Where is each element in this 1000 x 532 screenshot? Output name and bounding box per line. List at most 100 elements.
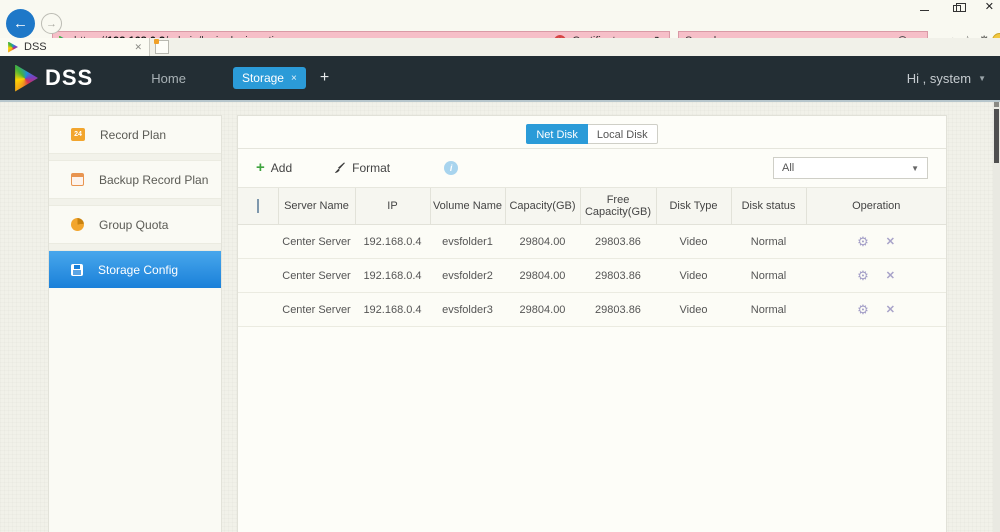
tab-net-disk[interactable]: Net Disk (526, 124, 588, 144)
window-titlebar: ✕ (0, 0, 1000, 15)
dss-logo-icon (12, 65, 38, 92)
storage-disk-icon (71, 264, 83, 276)
browser-tabbar: DSS ✕ (0, 38, 1000, 56)
cell-capacity: 29804.00 (505, 259, 580, 293)
delete-x-icon[interactable]: ✕ (886, 235, 895, 248)
disk-type-tabs: Net Disk Local Disk (238, 116, 946, 149)
configure-gear-icon[interactable]: ⚙ (857, 234, 869, 250)
sidebar-item-label: Backup Record Plan (99, 173, 208, 187)
col-operation: Operation (806, 188, 946, 225)
row-checkbox-cell (238, 225, 278, 259)
cell-free-capacity: 29803.86 (580, 293, 656, 327)
cell-disk-status: Normal (731, 259, 806, 293)
sidebar-separator (49, 153, 221, 161)
dss-logo: DSS (12, 65, 93, 92)
cell-disk-status: Normal (731, 225, 806, 259)
table-row: Center Server 192.168.0.4 evsfolder3 298… (238, 293, 946, 327)
address-bar-row: https://192.168.0.2/admin/login_login.ac… (0, 15, 1000, 38)
dss-logo-text: DSS (45, 65, 93, 91)
back-button[interactable]: ← (6, 9, 35, 38)
cell-disk-type: Video (656, 259, 731, 293)
delete-x-icon[interactable]: ✕ (886, 303, 895, 316)
cell-ip: 192.168.0.4 (355, 225, 430, 259)
filter-selected-value: All (782, 162, 794, 174)
info-icon[interactable]: i (444, 161, 458, 175)
toolbar: + Add Format i All ▼ (238, 149, 946, 187)
configure-gear-icon[interactable]: ⚙ (857, 268, 869, 284)
cell-server-name: Center Server (278, 225, 355, 259)
table-row: Center Server 192.168.0.4 evsfolder1 298… (238, 225, 946, 259)
cell-server-name: Center Server (278, 259, 355, 293)
tab-close-icon[interactable]: ✕ (134, 42, 142, 53)
page-body: 24 Record Plan Backup Record Plan Group … (0, 100, 1000, 532)
sidebar-item-storage-config[interactable]: Storage Config (49, 251, 221, 288)
scrollbar-thumb[interactable] (994, 109, 999, 163)
nav-tab-storage-label: Storage (242, 71, 284, 85)
sidebar-separator (49, 198, 221, 206)
format-button[interactable]: Format (334, 161, 390, 175)
nav-tab-home[interactable]: Home (151, 71, 186, 86)
tab-title: DSS (24, 41, 47, 53)
user-menu[interactable]: Hi , system ▼ (907, 71, 986, 86)
cell-free-capacity: 29803.86 (580, 225, 656, 259)
add-button[interactable]: + Add (256, 161, 292, 175)
select-all-checkbox[interactable] (257, 199, 259, 213)
format-button-label: Format (352, 161, 390, 175)
cell-ip: 192.168.0.4 (355, 259, 430, 293)
delete-x-icon[interactable]: ✕ (886, 269, 895, 282)
restore-icon[interactable] (953, 5, 961, 12)
sidebar-item-label: Storage Config (98, 263, 178, 277)
browser-window: ✕ https://192.168.0.2/admin/login_login.… (0, 0, 1000, 532)
configure-gear-icon[interactable]: ⚙ (857, 302, 869, 318)
cell-disk-type: Video (656, 225, 731, 259)
sidebar-item-record-plan[interactable]: 24 Record Plan (49, 116, 221, 153)
plus-icon: + (256, 161, 265, 175)
table-row: Center Server 192.168.0.4 evsfolder2 298… (238, 259, 946, 293)
filter-dropdown[interactable]: All ▼ (773, 157, 928, 179)
filter-caret-icon: ▼ (911, 164, 919, 173)
row-checkbox-cell (238, 259, 278, 293)
cell-disk-type: Video (656, 293, 731, 327)
brush-icon (334, 162, 346, 174)
cell-capacity: 29804.00 (505, 225, 580, 259)
row-checkbox-cell (238, 293, 278, 327)
cell-free-capacity: 29803.86 (580, 259, 656, 293)
add-nav-tab-button[interactable]: + (320, 69, 329, 87)
table-header-row: Server Name IP Volume Name Capacity(GB) … (238, 188, 946, 225)
cell-disk-status: Normal (731, 293, 806, 327)
col-free-capacity: Free Capacity(GB) (580, 188, 656, 225)
col-disk-type: Disk Type (656, 188, 731, 225)
header-checkbox-cell (238, 188, 278, 225)
forward-button[interactable]: → (41, 13, 62, 34)
col-server-name: Server Name (278, 188, 355, 225)
backup-calendar-icon (71, 173, 84, 186)
sidebar-item-label: Group Quota (99, 218, 168, 232)
sidebar-separator (49, 243, 221, 251)
page-scrollbar[interactable] (993, 102, 1000, 532)
cell-volume-name: evsfolder1 (430, 225, 505, 259)
sidebar-item-backup-record-plan[interactable]: Backup Record Plan (49, 161, 221, 198)
col-ip: IP (355, 188, 430, 225)
browser-tab-dss[interactable]: DSS ✕ (0, 38, 150, 56)
cell-ip: 192.168.0.4 (355, 293, 430, 327)
calendar-24-icon: 24 (71, 128, 85, 141)
app-header: DSS Home Storage × + Hi , system ▼ (0, 56, 1000, 100)
cell-server-name: Center Server (278, 293, 355, 327)
tab-favicon-icon (7, 42, 18, 53)
cell-volume-name: evsfolder3 (430, 293, 505, 327)
sidebar: 24 Record Plan Backup Record Plan Group … (48, 115, 222, 532)
minimize-icon[interactable] (920, 10, 929, 11)
tab-local-disk[interactable]: Local Disk (588, 124, 658, 144)
add-button-label: Add (271, 161, 292, 175)
storage-tab-close-icon[interactable]: × (291, 73, 297, 84)
new-tab-button[interactable] (155, 40, 169, 54)
nav-tab-storage[interactable]: Storage × (233, 67, 306, 89)
cell-capacity: 29804.00 (505, 293, 580, 327)
storage-table: Server Name IP Volume Name Capacity(GB) … (238, 187, 946, 327)
user-greeting: Hi , system (907, 71, 971, 86)
close-icon[interactable]: ✕ (985, 1, 994, 14)
col-capacity: Capacity(GB) (505, 188, 580, 225)
scroll-up-icon[interactable] (994, 102, 999, 107)
col-volume-name: Volume Name (430, 188, 505, 225)
sidebar-item-group-quota[interactable]: Group Quota (49, 206, 221, 243)
